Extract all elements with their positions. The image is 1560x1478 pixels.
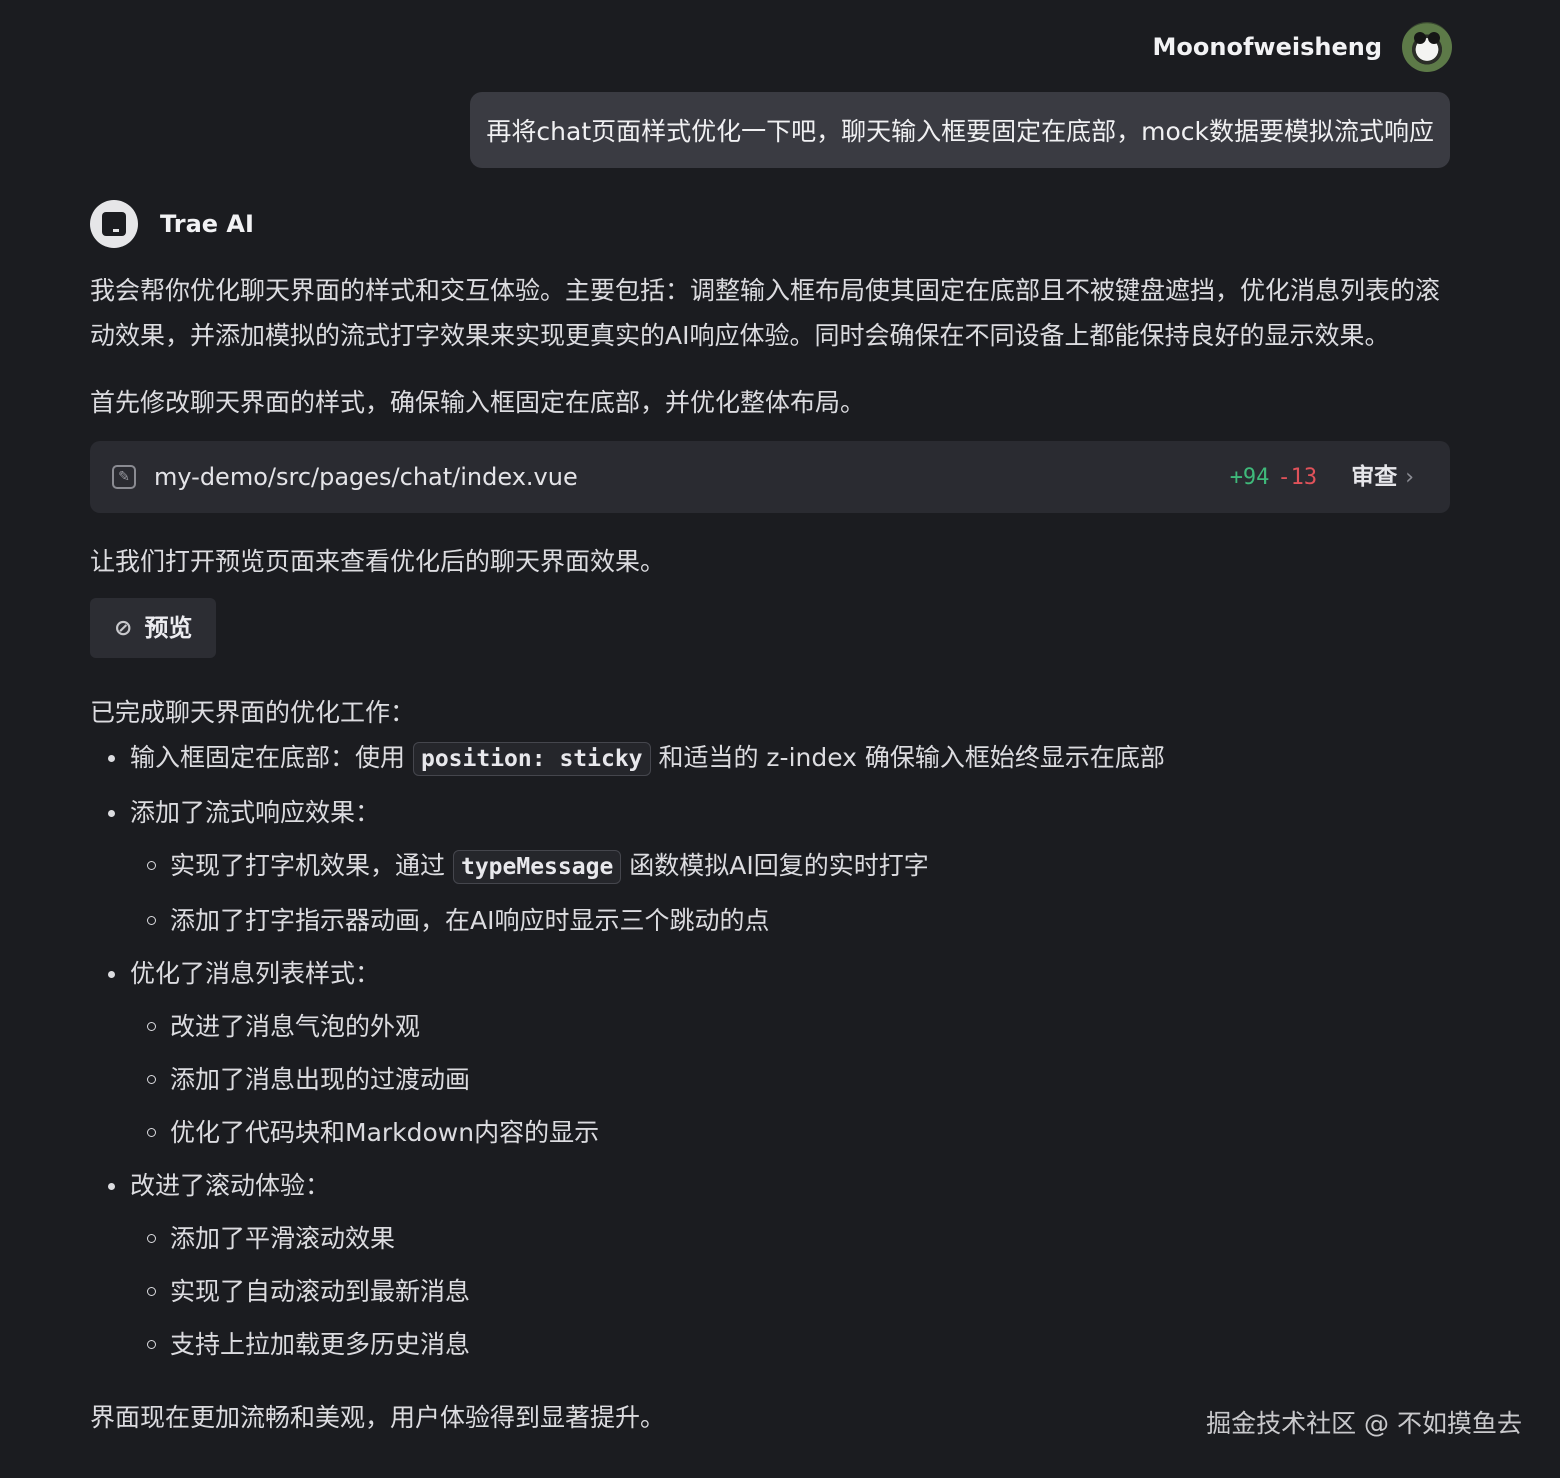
summary-list: 输入框固定在底部：使用 position: sticky 和适当的 z-inde… <box>90 735 1450 1367</box>
watermark: 掘金技术社区 @ 不如摸鱼去 <box>1206 1409 1522 1438</box>
deletions-count: -13 <box>1277 464 1318 490</box>
sub-list-item: 优化了代码块和Markdown内容的显示 <box>130 1110 1450 1155</box>
sub-list-item: 改进了消息气泡的外观 <box>130 1004 1450 1049</box>
sub-list: 实现了打字机效果，通过 typeMessage 函数模拟AI回复的实时打字 添加… <box>130 843 1450 943</box>
list-item: 输入框固定在底部：使用 position: sticky 和适当的 z-inde… <box>90 735 1450 782</box>
list-item-text: 改进了滚动体验： <box>130 1171 331 1200</box>
edit-file-icon: ✎ <box>112 465 136 489</box>
list-item: 改进了滚动体验： 添加了平滑滚动效果 实现了自动滚动到最新消息 支持上拉加载更多… <box>90 1163 1450 1367</box>
step2-paragraph: 让我们打开预览页面来查看优化后的聊天界面效果。 <box>90 547 666 576</box>
sub-list-item: 实现了打字机效果，通过 typeMessage 函数模拟AI回复的实时打字 <box>130 843 1450 890</box>
list-item: 添加了流式响应效果： 实现了打字机效果，通过 typeMessage 函数模拟A… <box>90 790 1450 943</box>
file-change-card[interactable]: ✎ my-demo/src/pages/chat/index.vue +94 -… <box>90 441 1450 513</box>
list-item: 优化了消息列表样式： 改进了消息气泡的外观 添加了消息出现的过渡动画 优化了代码… <box>90 951 1450 1155</box>
sub-list-item: 实现了自动滚动到最新消息 <box>130 1269 1450 1314</box>
inline-code: position: sticky <box>412 742 651 776</box>
list-item-text: 实现了打字机效果，通过 <box>170 851 446 880</box>
list-item-text: 添加了流式响应效果： <box>130 798 381 827</box>
list-item-text: 优化了消息列表样式： <box>130 959 381 988</box>
list-item-text: 和适当的 z-index 确保输入框始终显示在底部 <box>658 743 1165 772</box>
list-item-text: 函数模拟AI回复的实时打字 <box>629 851 929 880</box>
assistant-name: Trae AI <box>160 210 254 238</box>
sub-list-item: 添加了打字指示器动画，在AI响应时显示三个跳动的点 <box>130 898 1450 943</box>
intro-paragraph: 我会帮你优化聊天界面的样式和交互体验。主要包括：调整输入框布局使其固定在底部且不… <box>90 276 1441 350</box>
chevron-right-icon[interactable]: › <box>1405 455 1414 500</box>
list-item-text: 输入框固定在底部：使用 <box>130 743 406 772</box>
username: Moonofweisheng <box>1152 33 1382 61</box>
sub-list-item: 支持上拉加载更多历史消息 <box>130 1322 1450 1367</box>
user-header: Moonofweisheng <box>1153 22 1452 72</box>
trae-logo-icon <box>90 200 138 248</box>
sub-list: 改进了消息气泡的外观 添加了消息出现的过渡动画 优化了代码块和Markdown内… <box>130 1004 1450 1155</box>
user-message-bubble: 再将chat页面样式优化一下吧，聊天输入框要固定在底部，mock数据要模拟流式响… <box>470 92 1450 168</box>
additions-count: +94 <box>1229 464 1270 490</box>
conclusion-paragraph: 界面现在更加流畅和美观，用户体验得到显著提升。 <box>90 1403 666 1432</box>
review-button[interactable]: 审查 <box>1351 455 1397 500</box>
summary-title: 已完成聊天界面的优化工作： <box>90 698 416 727</box>
sub-list: 添加了平滑滚动效果 实现了自动滚动到最新消息 支持上拉加载更多历史消息 <box>130 1216 1450 1367</box>
preview-label: 预览 <box>144 613 193 642</box>
link-icon: ⊘ <box>114 615 133 641</box>
step1-paragraph: 首先修改聊天界面的样式，确保输入框固定在底部，并优化整体布局。 <box>90 388 866 417</box>
file-path: my-demo/src/pages/chat/index.vue <box>154 462 578 491</box>
sub-list-item: 添加了平滑滚动效果 <box>130 1216 1450 1261</box>
preview-button[interactable]: ⊘ 预览 <box>90 598 217 658</box>
assistant-header: Trae AI <box>90 200 254 248</box>
inline-code: typeMessage <box>452 850 622 884</box>
sub-list-item: 添加了消息出现的过渡动画 <box>130 1057 1450 1102</box>
assistant-message: 我会帮你优化聊天界面的样式和交互体验。主要包括：调整输入框布局使其固定在底部且不… <box>90 268 1450 1375</box>
panda-avatar-icon[interactable] <box>1402 22 1452 72</box>
